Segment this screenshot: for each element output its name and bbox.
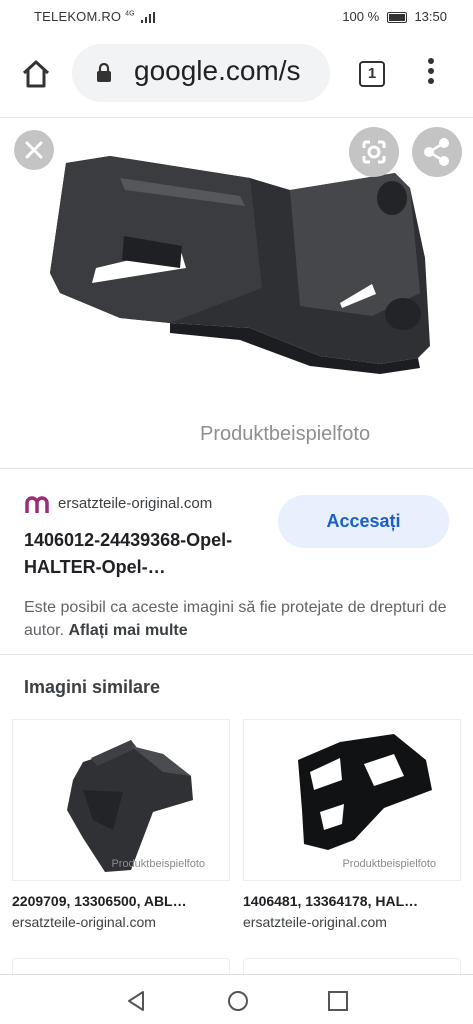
card-site: ersatzteile-original.com <box>12 914 156 930</box>
card-title[interactable]: 1406481, 13364178, HAL… <box>243 893 461 909</box>
status-right: 100 % 13:50 <box>342 9 447 24</box>
similar-images-section: Imagini similare Produktbeispielfoto 220… <box>0 654 473 974</box>
image-viewer: Produktbeispielfoto <box>0 118 473 468</box>
home-circle-icon[interactable] <box>226 989 250 1013</box>
close-button[interactable] <box>14 130 54 170</box>
site-name[interactable]: ersatzteile-original.com <box>58 495 212 512</box>
back-icon[interactable] <box>124 989 148 1013</box>
share-icon <box>424 138 449 166</box>
tab-switcher-button[interactable]: 1 <box>359 61 385 87</box>
menu-dot-icon <box>428 58 434 64</box>
browser-toolbar: google.com/s 1 <box>0 34 473 118</box>
site-favicon-icon <box>25 496 49 513</box>
status-bar: TELEKOM.RO 4G 100 % 13:50 <box>0 0 473 34</box>
lock-icon <box>97 63 111 82</box>
section-heading: Imagini similare <box>24 677 161 697</box>
card-title[interactable]: 2209709, 13306500, ABL… <box>12 893 230 909</box>
similar-thumbnail[interactable]: Produktbeispielfoto <box>243 719 461 881</box>
product-image <box>50 156 430 374</box>
battery-percent: 100 % <box>342 9 380 24</box>
share-button[interactable] <box>412 127 462 177</box>
system-nav-bar <box>0 974 473 1024</box>
home-button[interactable] <box>18 56 54 92</box>
thumbnail-watermark: Produktbeispielfoto <box>342 858 436 870</box>
lens-icon <box>362 140 386 164</box>
card-site: ersatzteile-original.com <box>243 914 387 930</box>
visit-button[interactable]: Accesați <box>278 495 449 548</box>
signal-icon <box>140 12 155 24</box>
close-icon <box>25 141 43 159</box>
carrier-name: TELEKOM.RO <box>34 9 122 24</box>
network-type: 4G <box>125 10 135 18</box>
similar-card[interactable]: Produktbeispielfoto 1406481, 13364178, H… <box>243 719 461 930</box>
result-title[interactable]: 1406012-24439368-Opel-HALTER-Opel-… <box>24 527 264 581</box>
thumbnail-watermark: Produktbeispielfoto <box>111 858 205 870</box>
clock: 13:50 <box>414 9 447 24</box>
menu-dot-icon <box>428 78 434 84</box>
similar-card[interactable]: Produktbeispielfoto 2209709, 13306500, A… <box>12 719 230 930</box>
battery-icon <box>386 12 407 24</box>
home-icon <box>22 60 50 88</box>
image-watermark: Produktbeispielfoto <box>200 423 371 445</box>
result-info: ersatzteile-original.com 1406012-2443936… <box>0 468 473 654</box>
recent-apps-icon[interactable] <box>327 990 349 1012</box>
omnibox[interactable]: google.com/s <box>72 44 330 102</box>
status-left: TELEKOM.RO 4G <box>34 9 155 24</box>
url-text: google.com/s <box>134 55 301 86</box>
learn-more-link[interactable]: Aflați mai multe <box>68 622 187 639</box>
menu-dot-icon <box>428 68 434 74</box>
copyright-notice: Este posibil ca aceste imagini să fie pr… <box>24 596 454 642</box>
similar-thumbnail[interactable]: Produktbeispielfoto <box>12 719 230 881</box>
overflow-menu-button[interactable] <box>424 58 438 90</box>
lens-button[interactable] <box>349 127 399 177</box>
